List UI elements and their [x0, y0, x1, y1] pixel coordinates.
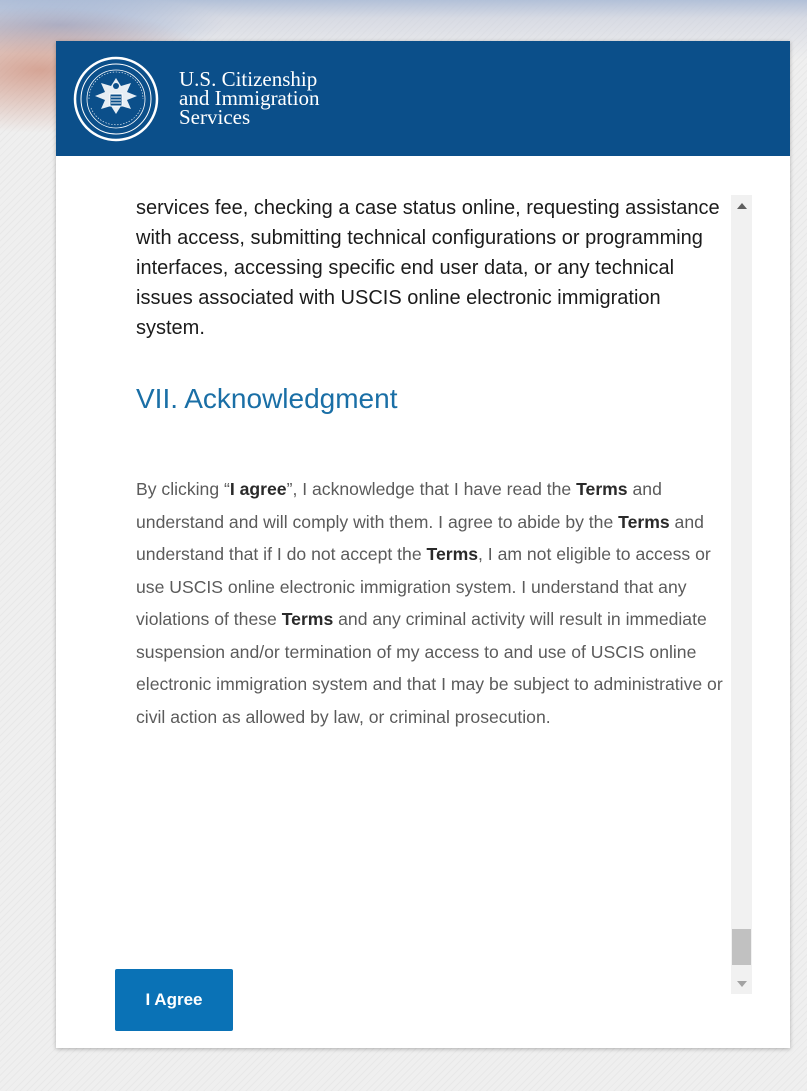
section-heading-acknowledgment: VII. Acknowledgment: [136, 383, 398, 414]
scroll-down-button[interactable]: [731, 973, 752, 994]
agree-button[interactable]: I Agree: [115, 969, 233, 1031]
uscis-header: U.S. Citizenship and Immigration Service…: [56, 41, 790, 156]
scroll-up-button[interactable]: [731, 195, 752, 216]
terms-scrollbar[interactable]: [731, 195, 752, 994]
acknowledgment-paragraph: By clicking “I agree”, I acknowledge tha…: [136, 479, 723, 727]
terms-content: services fee, checking a case status onl…: [136, 193, 726, 733]
agency-line-3: Services: [179, 105, 251, 129]
triangle-down-icon: [736, 980, 747, 987]
scrollbar-thumb[interactable]: [732, 929, 751, 965]
terms-paragraph: services fee, checking a case status onl…: [136, 197, 720, 339]
terms-scroll-area[interactable]: services fee, checking a case status onl…: [76, 193, 759, 994]
agency-name: U.S. Citizenship and Immigration Service…: [179, 69, 320, 129]
triangle-up-icon: [736, 202, 747, 209]
terms-card: U.S. Citizenship and Immigration Service…: [56, 41, 790, 1048]
dhs-seal-icon: [73, 56, 159, 141]
